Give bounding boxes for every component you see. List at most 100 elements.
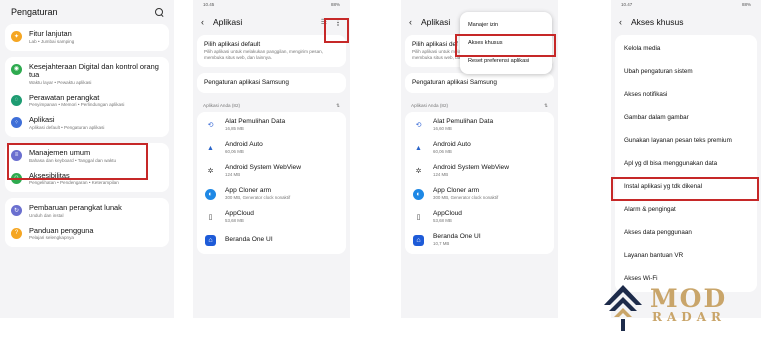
appcloud-icon: ▯ <box>416 213 421 221</box>
app-name: Beranda One UI <box>433 233 481 241</box>
samsung-settings-card[interactable]: Pengaturan aplikasi Samsung <box>197 72 346 93</box>
status-bar: 10.47 88% <box>611 0 761 9</box>
list-item[interactable]: ⟲ Alat Pemulihan Data 16,60 MB <box>405 114 554 137</box>
list-item[interactable]: ▯ AppCloud 53,68 MB <box>405 206 554 229</box>
settings-item-sub: Pengelihatan • Pendengaran • Keterampila… <box>29 180 119 186</box>
settings-item-digital-wellbeing[interactable]: ◉ Kesejahteraan Digital dan kontrol oran… <box>5 59 169 90</box>
list-item[interactable]: ◐ App Cloner arm 300 MB, Generator clock… <box>405 183 554 206</box>
app-size: 124 MB <box>225 172 241 178</box>
settings-item-user-guide[interactable]: ? Panduan pengguna Pelajari selengkapnya <box>5 223 169 246</box>
list-item[interactable]: Ubah pengaturan sistem <box>615 60 757 83</box>
app-name: Android System WebView <box>225 164 301 172</box>
highlight-box-special-access <box>455 34 556 57</box>
settings-item-title: Panduan pengguna <box>29 225 94 235</box>
settings-item-sub: Aplikasi default • Pengaturan aplikasi <box>29 124 105 130</box>
settings-item-sub: Lab • Jumbai samping <box>29 38 75 44</box>
apps-section-header: Aplikasi Anda (82) ⇅ <box>401 99 558 112</box>
samsung-settings-label: Pengaturan aplikasi Samsung <box>204 78 289 86</box>
list-item[interactable]: ▯ AppCloud 53,68 MB <box>197 206 346 229</box>
settings-item-fitur-lanjutan[interactable]: ✦ Fitur lanjutan Lab • Jumbai samping <box>5 26 169 49</box>
status-time: 10.47 <box>621 2 633 7</box>
apps-count-label: Aplikasi Anda (82) <box>203 103 241 109</box>
list-item[interactable]: ⌂ Beranda One UI 10,7 MB <box>405 229 554 252</box>
appcloud-icon: ▯ <box>208 213 213 221</box>
settings-item-sub: Pelajari selengkapnya <box>29 235 74 241</box>
app-size: 16,60 MB <box>433 126 452 132</box>
one-ui-home-icon: ⌂ <box>413 234 424 246</box>
android-auto-icon: ▲ <box>415 144 422 152</box>
app-cloner-icon: ◐ <box>205 188 216 200</box>
watermark-logo: MOD RADAR <box>600 274 760 334</box>
app-size: 124 MB <box>433 172 449 178</box>
back-arrow-icon[interactable]: ‹ <box>201 17 204 27</box>
app-name: AppCloud <box>433 210 462 218</box>
app-size: 60,06 MB <box>225 149 244 155</box>
status-time: 10.45 <box>203 2 215 7</box>
settings-item-title: Aplikasi <box>29 115 55 125</box>
settings-item-apps[interactable]: ⁘ Aplikasi Aplikasi default • Pengaturan… <box>5 112 169 135</box>
sort-icon[interactable]: ⇅ <box>336 103 340 109</box>
settings-item-software-update[interactable]: ↻ Pembaruan perangkat lunak Unduh dan in… <box>5 200 169 223</box>
samsung-settings-label: Pengaturan aplikasi Samsung <box>412 78 497 86</box>
page-title: Aplikasi <box>213 17 243 27</box>
menu-item-permission-manager[interactable]: Manajer izin <box>460 16 552 34</box>
app-name: Beranda One UI <box>225 236 273 244</box>
android-auto-icon: ▲ <box>207 144 214 152</box>
app-size: 10,7 MB <box>433 241 450 247</box>
list-item[interactable]: Gambar dalam gambar <box>615 106 757 129</box>
device-care-icon: ◌ <box>11 94 22 106</box>
page-title: Akses khusus <box>631 17 684 27</box>
data-recovery-icon: ⟲ <box>415 121 422 129</box>
app-name: App Cloner arm <box>433 187 480 195</box>
settings-card: ✦ Fitur lanjutan Lab • Jumbai samping <box>5 24 169 51</box>
list-item[interactable]: ⟲ Alat Pemulihan Data 16,85 MB <box>197 114 346 137</box>
list-item[interactable]: ◐ App Cloner arm 300 MB, Generator clock… <box>197 183 346 206</box>
list-item[interactable]: Kelola media <box>615 37 757 60</box>
list-item[interactable]: ▲ Android Auto 60,06 MB <box>197 137 346 160</box>
app-size: 16,85 MB <box>225 126 244 132</box>
webview-icon: ✲ <box>207 167 214 175</box>
app-name: Android Auto <box>225 141 263 149</box>
list-item[interactable]: Alarm & pengingat <box>615 198 757 221</box>
app-size: 60,06 MB <box>433 149 452 155</box>
sort-icon[interactable]: ⇅ <box>544 103 548 109</box>
samsung-settings-card[interactable]: Pengaturan aplikasi Samsung <box>405 72 554 93</box>
app-name: Alat Pemulihan Data <box>225 118 286 126</box>
list-item[interactable]: Akses data penggunaan <box>615 221 757 244</box>
settings-card: ◉ Kesejahteraan Digital dan kontrol oran… <box>5 56 169 137</box>
watermark-emblem-icon <box>604 285 642 331</box>
special-access-header: ‹ Akses khusus <box>611 9 761 35</box>
apps-count-label: Aplikasi Anda (82) <box>411 103 449 109</box>
app-cloner-icon: ◐ <box>413 188 424 200</box>
settings-item-title: Fitur lanjutan <box>29 29 72 38</box>
list-item[interactable]: Layanan bantuan VR <box>615 244 757 267</box>
watermark-subtitle: RADAR <box>652 309 726 324</box>
list-item[interactable]: ✲ Android System WebView 124 MB <box>197 160 346 183</box>
list-item[interactable]: ▲ Android Auto 60,06 MB <box>405 137 554 160</box>
back-arrow-icon[interactable]: ‹ <box>409 17 412 27</box>
settings-item-title: Pembaruan perangkat lunak <box>29 203 122 213</box>
search-icon[interactable] <box>155 7 164 17</box>
apps-panel: 10.45 88% ‹ Aplikasi ☰ ⋮ Pilih aplikasi … <box>193 0 350 318</box>
default-apps-sub: Pilih aplikasi untuk melakukan panggilan… <box>204 49 323 60</box>
list-item[interactable]: Akses notifikasi <box>615 83 757 106</box>
highlight-box-unknown-apps <box>611 177 759 201</box>
special-access-panel: 10.47 88% ‹ Akses khusus Kelola media Ub… <box>611 0 761 318</box>
status-bar <box>401 0 558 9</box>
webview-icon: ✲ <box>415 167 422 175</box>
app-name: Android Auto <box>433 141 471 149</box>
list-item[interactable]: Apl yg dl bisa menggunakan data <box>615 152 757 175</box>
data-recovery-icon: ⟲ <box>207 121 214 129</box>
status-battery: 88% <box>741 2 751 7</box>
list-item[interactable]: ✲ Android System WebView 124 MB <box>405 160 554 183</box>
list-item[interactable]: ⌂ Beranda One UI <box>197 229 346 252</box>
settings-card: ↻ Pembaruan perangkat lunak Unduh dan in… <box>5 198 169 248</box>
status-battery: 88% <box>330 2 340 7</box>
list-item[interactable]: Gunakan layanan pesan teks premium <box>615 129 757 152</box>
special-access-list: Kelola media Ubah pengaturan sistem Akse… <box>615 35 757 292</box>
page-title: Pengaturan <box>11 7 58 17</box>
back-arrow-icon[interactable]: ‹ <box>619 17 622 27</box>
settings-item-device-care[interactable]: ◌ Perawatan perangkat Penyimpanan • Memo… <box>5 90 169 113</box>
highlight-box-apps <box>7 143 148 180</box>
settings-item-title: Perawatan perangkat <box>29 92 100 102</box>
